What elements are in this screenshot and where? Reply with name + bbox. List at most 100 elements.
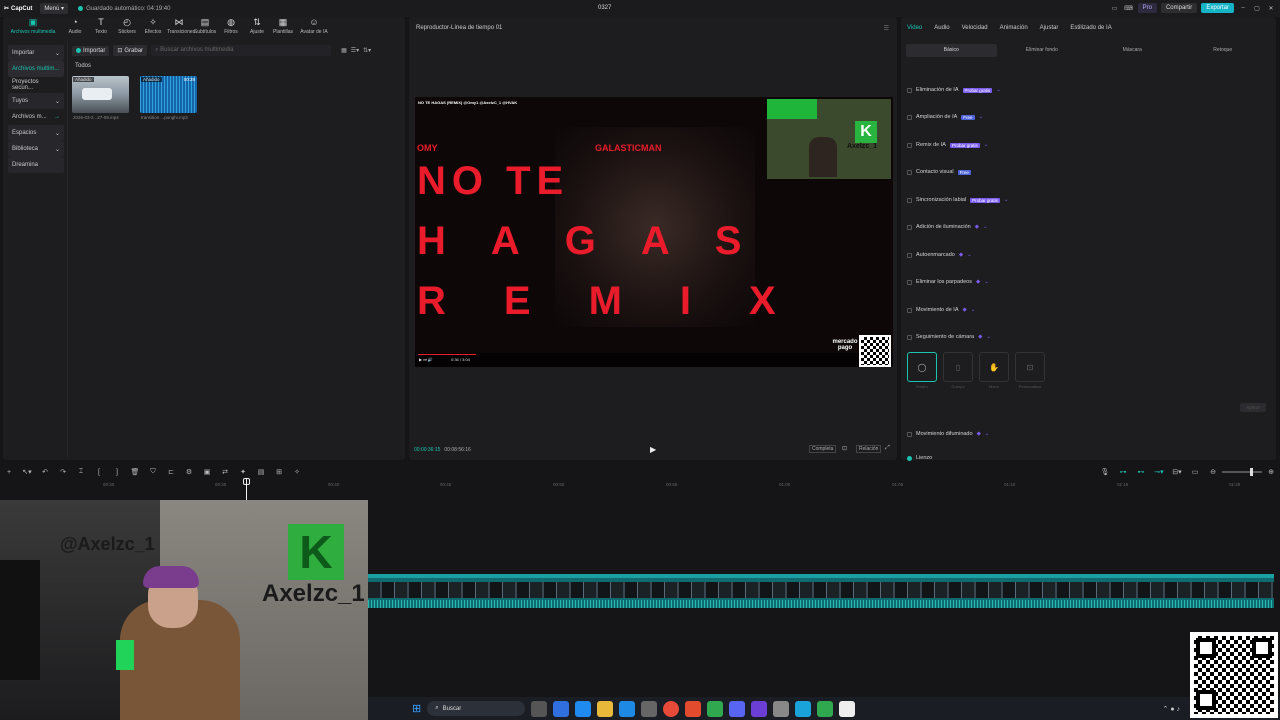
tab-media[interactable]: ▣ Archivos multimedia <box>5 18 61 36</box>
quality-select[interactable]: Completa <box>809 445 837 453</box>
capcut-taskbar-icon[interactable] <box>839 700 856 717</box>
link-icon[interactable]: ⊶ <box>1114 468 1132 476</box>
export-button[interactable]: Exportar <box>1201 3 1234 13</box>
sidebar-item-import[interactable]: Importar ⌄ <box>8 45 64 61</box>
video-preview[interactable]: NO TE HAGAS (REMIX) @Omy1 @AxelzC_1 @HVA… <box>415 97 893 367</box>
sort-icon[interactable]: ☰▾ <box>351 47 359 54</box>
undo-icon[interactable]: ↶ <box>36 468 54 476</box>
freeze-icon[interactable]: ▣ <box>198 468 216 476</box>
subtab-retouch[interactable]: Retoque <box>1178 44 1269 57</box>
discord-icon[interactable] <box>729 700 746 717</box>
marker-icon[interactable]: ⛉ <box>144 468 162 476</box>
crop-icon[interactable]: ⊏ <box>162 468 180 476</box>
camera-option[interactable]: ⊡ Personalizar <box>1015 352 1045 389</box>
feature-row[interactable]: Sincronización labial Probar gratis ⌄ <box>907 197 1009 203</box>
feature-row[interactable]: Contacto visual Free <box>907 169 971 175</box>
feature-checkbox[interactable] <box>907 224 912 230</box>
speed-icon[interactable]: ⚙ <box>180 468 198 476</box>
preview-axis-icon[interactable]: ⊸▾ <box>1150 468 1168 476</box>
timeline-ruler[interactable]: 00:30 00:35 00:40 00:45 00:50 00:55 01:0… <box>0 480 1280 490</box>
zoom-in-icon[interactable]: ⊕ <box>1262 468 1280 476</box>
zoom-fit-icon[interactable]: ⊡ <box>842 445 847 452</box>
tab-adjust[interactable]: ⇅ Ajuste <box>245 18 269 36</box>
monitor-icon[interactable]: ▭ <box>1186 468 1204 476</box>
tab-templates[interactable]: ▦ Plantillas <box>271 18 295 36</box>
filter-all[interactable]: Todos <box>75 63 91 69</box>
settings-icon[interactable] <box>773 700 790 717</box>
player-menu-icon[interactable]: ☰ <box>884 25 889 32</box>
magic-icon[interactable]: ✦ <box>234 468 252 476</box>
brave-icon[interactable] <box>685 700 702 717</box>
feature-row-canvas[interactable]: Lienzo <box>907 455 932 461</box>
ai-icon[interactable]: ✧ <box>288 468 306 476</box>
feature-checkbox[interactable] <box>907 431 912 437</box>
store-icon[interactable] <box>641 700 658 717</box>
filter-icon[interactable]: ⇅▾ <box>363 47 371 54</box>
feature-checkbox[interactable] <box>907 307 912 313</box>
feature-row[interactable]: Seguimiento de cámara ◆ ⌄ <box>907 334 991 340</box>
subtitle-tool-icon[interactable]: ▤ <box>252 468 270 476</box>
apply-button[interactable]: Aplicar <box>1240 403 1266 412</box>
media-search-input[interactable]: ⌕ Buscar archivos multimedia <box>151 45 332 56</box>
tab-text[interactable]: T Texto <box>89 18 113 36</box>
tab-subtitles[interactable]: ▤ Subtítulos <box>193 18 217 36</box>
share-button[interactable]: Compartir <box>1160 3 1198 13</box>
reverse-icon[interactable]: ⇄ <box>216 468 234 476</box>
trim-left-icon[interactable]: [ <box>90 469 108 476</box>
feature-checkbox[interactable] <box>907 334 912 340</box>
fullscreen-icon[interactable]: ⤢ <box>885 445 890 452</box>
feature-checkbox[interactable] <box>907 169 912 175</box>
playhead[interactable] <box>246 478 247 500</box>
camera-option[interactable]: ◯ Rostro <box>907 352 937 389</box>
feature-checkbox[interactable] <box>907 87 912 93</box>
media-thumb-audio[interactable]: Añadido 00:28 <box>140 76 197 113</box>
tab-adjust[interactable]: Ajustar <box>1040 25 1059 31</box>
taskbar-search[interactable]: ⌕ Buscar <box>427 701 526 716</box>
feature-row[interactable]: Movimiento difuminado ◆ ⌄ <box>907 431 989 437</box>
feature-row[interactable]: Autoenmarcado ◆ ⌄ <box>907 252 972 258</box>
sidebar-item-files[interactable]: Archivos m... → <box>8 109 64 125</box>
mic-icon[interactable]: 🎙 <box>1096 468 1114 476</box>
zoom-slider[interactable] <box>1222 468 1262 476</box>
feature-row[interactable]: Remix de IA Probar gratis ⌄ <box>907 142 988 148</box>
ratio-select[interactable]: Relación <box>856 445 882 453</box>
minimize-icon[interactable]: – <box>1238 5 1248 11</box>
tab-speed[interactable]: Velocidad <box>962 25 988 31</box>
sidebar-item-yours[interactable]: Tuyos ⌄ <box>8 93 64 109</box>
tab-ai-style[interactable]: Estilizado de IA <box>1070 25 1111 31</box>
pro-button[interactable]: Pro <box>1137 3 1157 13</box>
close-icon[interactable]: ✕ <box>1266 5 1276 12</box>
trim-right-icon[interactable]: ] <box>108 469 126 476</box>
menu-button[interactable]: Menú ▾ <box>40 3 69 14</box>
feature-row[interactable]: Eliminación de IA Probar gratis ⌄ <box>907 87 1001 93</box>
split-icon[interactable]: ⌶ <box>72 468 90 476</box>
feature-checkbox[interactable] <box>907 142 912 148</box>
shortcut-icon[interactable]: ⌨ <box>1124 5 1134 12</box>
tab-animation[interactable]: Animación <box>1000 25 1028 31</box>
file-explorer-icon[interactable] <box>597 700 614 717</box>
camera-option[interactable]: ▯ Cuerpo <box>943 352 973 389</box>
subtab-basic[interactable]: Básico <box>906 44 997 57</box>
sidebar-item-subprojects[interactable]: Proyectos secun... <box>8 77 64 93</box>
tab-audio[interactable]: ◔ Audio <box>63 18 87 36</box>
sidebar-item-spaces[interactable]: Espacios ⌄ <box>8 125 64 141</box>
copilot-icon[interactable] <box>575 700 592 717</box>
transform-icon[interactable]: ⊞ <box>270 468 288 476</box>
task-view-icon[interactable] <box>531 700 548 717</box>
chrome-browser-icon[interactable] <box>663 700 680 717</box>
chrome-icon[interactable] <box>553 700 570 717</box>
layout-icon[interactable]: ▭ <box>1110 5 1120 12</box>
tab-stickers[interactable]: ◴ Stickers <box>115 18 139 36</box>
feature-row[interactable]: Adición de iluminación ◆ ⌄ <box>907 224 988 230</box>
app-icon[interactable] <box>751 700 768 717</box>
subtab-mask[interactable]: Máscara <box>1087 44 1178 57</box>
tab-transitions[interactable]: ⋈ Transiciones <box>167 18 195 36</box>
windows-start-icon[interactable]: ⊞ <box>412 702 421 715</box>
feature-checkbox[interactable] <box>907 252 912 258</box>
tab-ai-avatar[interactable]: ☺ Avatar de IA <box>297 18 331 36</box>
redo-icon[interactable]: ↷ <box>54 468 72 476</box>
feature-checkbox[interactable] <box>907 197 912 203</box>
camera-option[interactable]: ✋ Mano <box>979 352 1009 389</box>
feature-checkbox[interactable] <box>907 114 912 120</box>
tab-video[interactable]: Video <box>907 25 922 31</box>
